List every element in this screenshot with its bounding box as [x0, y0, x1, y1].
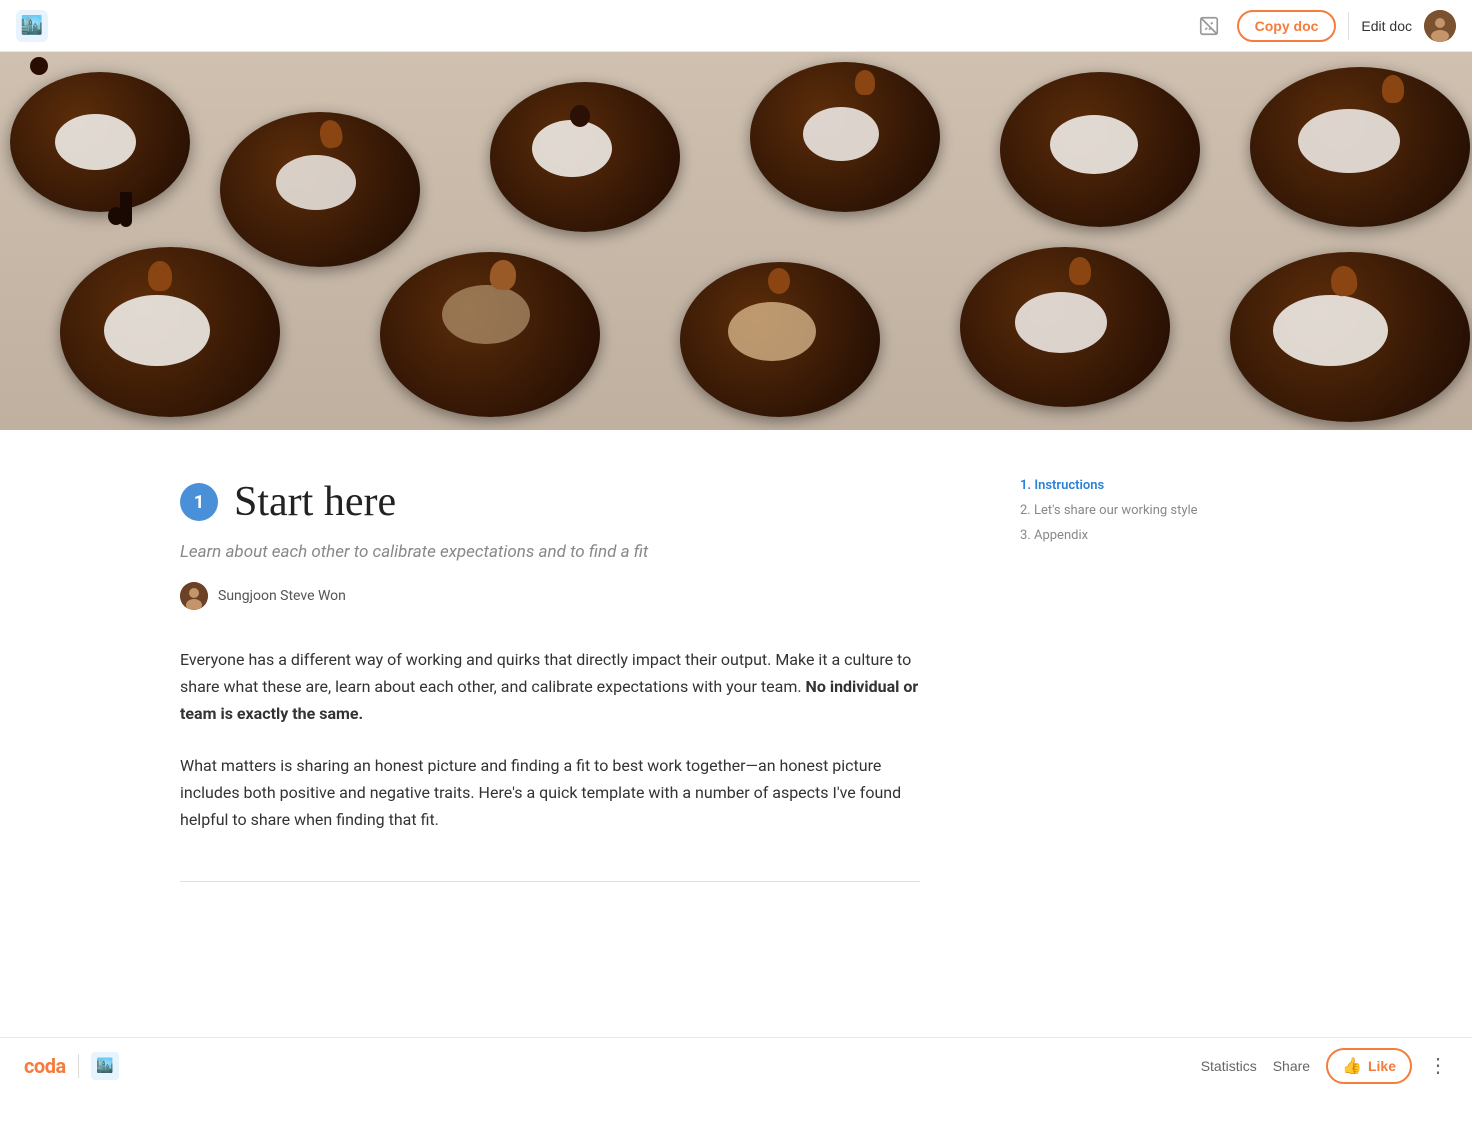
- doc-icon: 🏙️: [16, 10, 48, 42]
- body-paragraph-1: Everyone has a different way of working …: [180, 646, 920, 728]
- toc-item-2[interactable]: 2. Let's share our working style: [1020, 503, 1220, 518]
- section-title: Start here: [234, 478, 396, 526]
- no-image-icon: [1193, 10, 1225, 42]
- nav-divider: [1348, 12, 1349, 40]
- section-heading: 1 Start here: [180, 478, 920, 526]
- coda-logo: coda: [24, 1054, 66, 1078]
- section-number: 1: [180, 483, 218, 521]
- like-label: Like: [1368, 1058, 1396, 1074]
- toc-item-1[interactable]: 1. Instructions: [1020, 478, 1220, 493]
- bottom-right: Statistics Share 👍 Like ⋮: [1201, 1048, 1448, 1084]
- toc-item-3[interactable]: 3. Appendix: [1020, 528, 1220, 543]
- bottom-doc-icon: 🏙️: [91, 1052, 119, 1080]
- copy-doc-button[interactable]: Copy doc: [1237, 10, 1337, 42]
- author-line: Sungjoon Steve Won: [180, 582, 920, 610]
- toc-label-2: Let's share our working style: [1034, 503, 1198, 518]
- main-content: 1 Start here Learn about each other to c…: [0, 430, 1472, 930]
- section-divider: [180, 881, 920, 882]
- table-of-contents: 1. Instructions 2. Let's share our worki…: [1000, 430, 1260, 930]
- top-nav: 🏙️ Copy doc Edit doc: [0, 0, 1472, 52]
- toc-number-2: 2.: [1020, 503, 1034, 518]
- toc-number-3: 3.: [1020, 528, 1034, 543]
- statistics-button[interactable]: Statistics: [1201, 1058, 1257, 1074]
- body-text-plain: Everyone has a different way of working …: [180, 650, 911, 696]
- author-avatar: [180, 582, 208, 610]
- nav-right: Copy doc Edit doc: [1193, 10, 1456, 42]
- toc-label-3: Appendix: [1034, 528, 1088, 543]
- user-avatar[interactable]: [1424, 10, 1456, 42]
- like-button[interactable]: 👍 Like: [1326, 1048, 1412, 1084]
- section-subtitle: Learn about each other to calibrate expe…: [180, 542, 920, 562]
- nav-left: 🏙️: [16, 10, 48, 42]
- toc-label-1: Instructions: [1034, 478, 1104, 493]
- bottom-divider: [78, 1054, 79, 1078]
- content-body: 1 Start here Learn about each other to c…: [0, 430, 1000, 930]
- bottom-left: coda 🏙️: [24, 1052, 119, 1080]
- bottom-bar: coda 🏙️ Statistics Share 👍 Like ⋮: [0, 1037, 1472, 1093]
- body-paragraph-2: What matters is sharing an honest pictur…: [180, 752, 920, 834]
- share-button[interactable]: Share: [1273, 1058, 1310, 1074]
- author-name: Sungjoon Steve Won: [218, 588, 346, 604]
- edit-doc-button[interactable]: Edit doc: [1361, 18, 1412, 34]
- more-options-button[interactable]: ⋮: [1428, 1053, 1448, 1078]
- toc-number-1: 1.: [1020, 478, 1034, 493]
- hero-image: [0, 52, 1472, 430]
- like-thumb-icon: 👍: [1342, 1056, 1362, 1076]
